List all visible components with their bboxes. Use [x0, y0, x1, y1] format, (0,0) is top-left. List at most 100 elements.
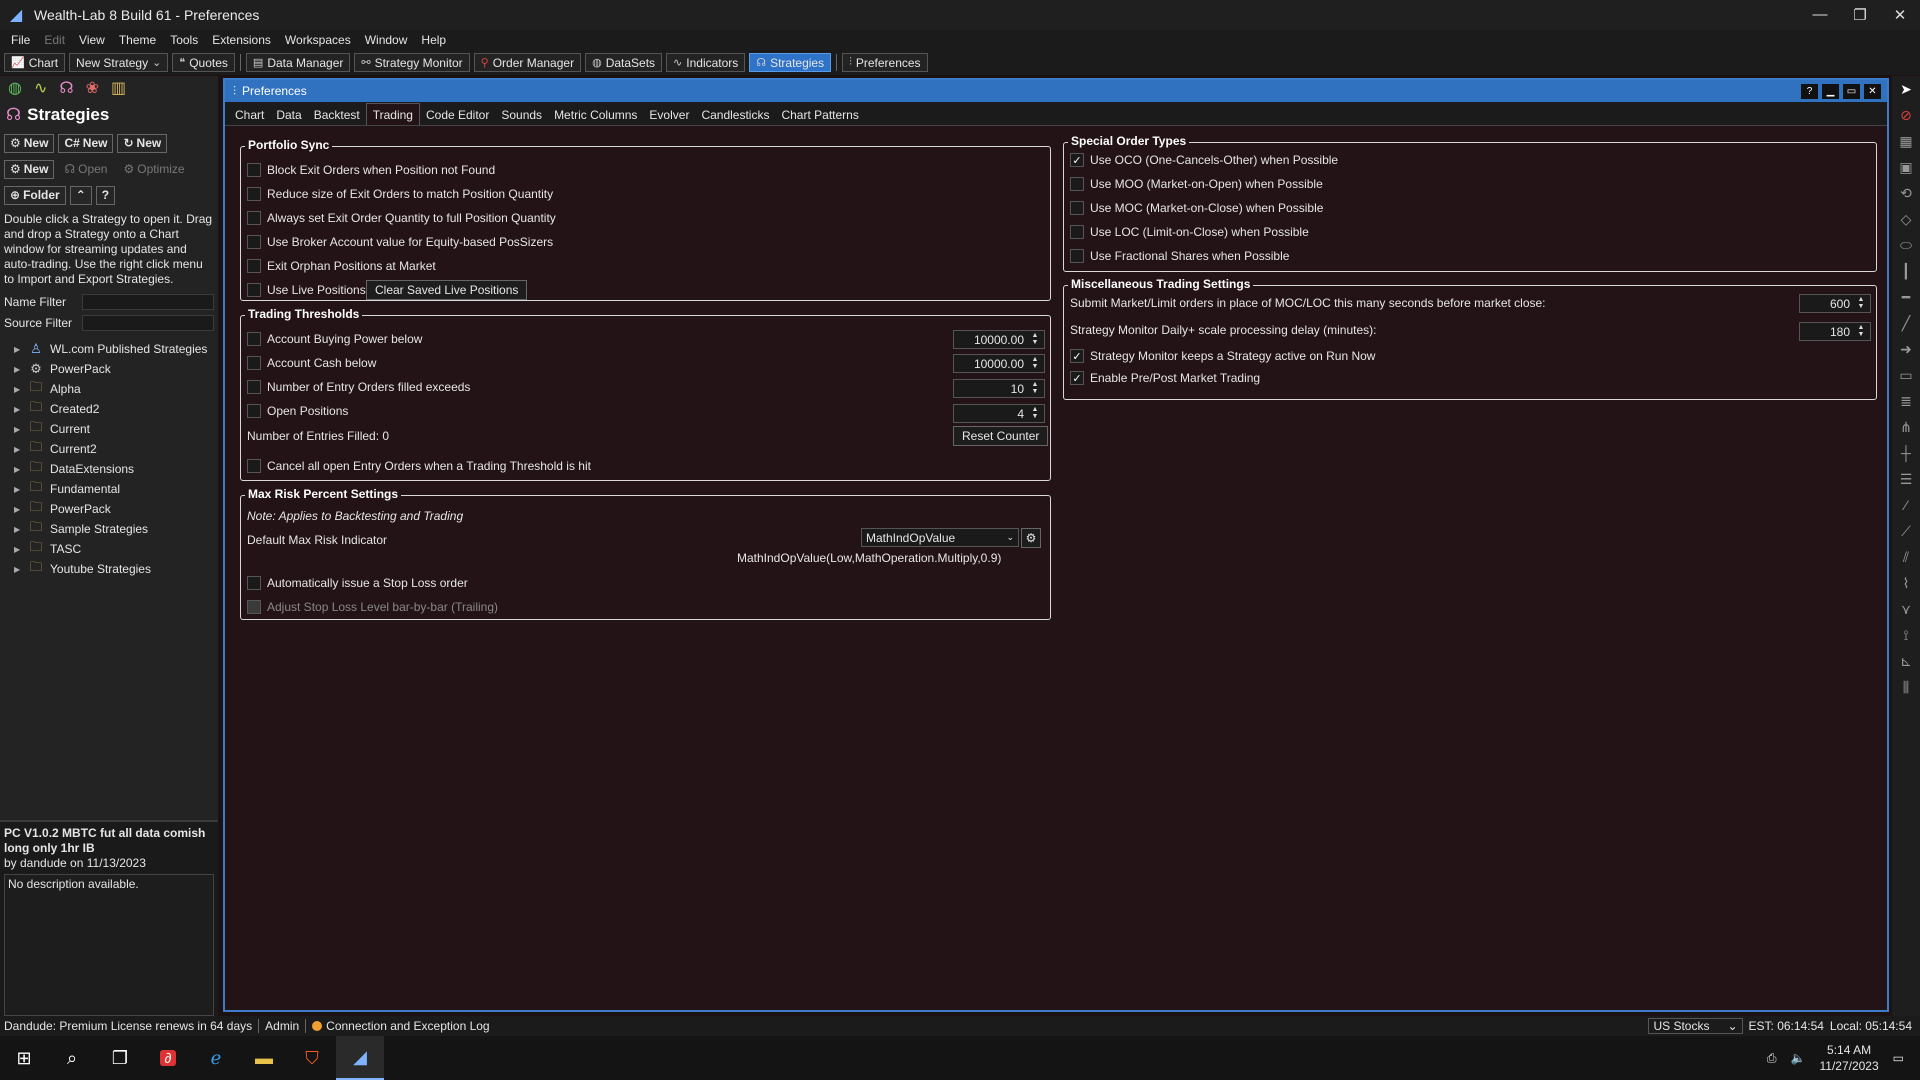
datasets-button[interactable]: ◍ DataSets	[585, 53, 663, 72]
spin-up-icon[interactable]: ▲	[1027, 356, 1043, 363]
close-button[interactable]: ✕	[1880, 6, 1920, 24]
gann-icon[interactable]: ┼	[1892, 440, 1920, 466]
fan-icon[interactable]: ⟟	[1892, 622, 1920, 648]
taskbar-app[interactable]: ⛉	[288, 1036, 336, 1080]
indicator-settings-button[interactable]: ⚙	[1021, 528, 1041, 548]
checkbox[interactable]	[247, 600, 261, 614]
taskbar-clock[interactable]: 5:14 AM 11/27/2023	[1819, 1042, 1878, 1074]
bars-icon[interactable]: ▥	[111, 78, 126, 98]
grid-icon[interactable]: ▦	[1892, 128, 1920, 154]
cursor-icon[interactable]: ➤	[1892, 76, 1920, 102]
checkbox[interactable]	[1070, 249, 1084, 263]
tree-item[interactable]: ▶ 🗀 TASC	[0, 539, 218, 559]
checkbox[interactable]: ✓	[1070, 153, 1084, 167]
volume-icon[interactable]: 🔈	[1791, 1051, 1806, 1065]
keep-strategy-active-option[interactable]: ✓ Strategy Monitor keeps a Strategy activ…	[1070, 349, 1375, 363]
ellipse-icon[interactable]: ⬭	[1892, 232, 1920, 258]
search-button[interactable]: ⌕	[48, 1036, 96, 1080]
spin-up-icon[interactable]: ▲	[1027, 381, 1043, 388]
expand-arrow-icon[interactable]: ▶	[14, 385, 22, 394]
spin-down-icon[interactable]: ▼	[1853, 303, 1869, 310]
order-manager-button[interactable]: ⚲ Order Manager	[473, 53, 582, 72]
strategies-button[interactable]: ☊ Strategies	[749, 53, 832, 72]
tree-item[interactable]: ▶ 🗀 Fundamental	[0, 479, 218, 499]
chart-button[interactable]: 📈 Chart	[4, 53, 66, 72]
tab-candlesticks[interactable]: Candlesticks	[695, 105, 775, 125]
checkbox[interactable]	[247, 187, 261, 201]
quotes-button[interactable]: ❝ Quotes	[172, 53, 235, 72]
close-button[interactable]: ✕	[1864, 83, 1881, 99]
expand-arrow-icon[interactable]: ▶	[14, 485, 22, 494]
wave-count-icon[interactable]: ⋎	[1892, 596, 1920, 622]
menu-theme[interactable]: Theme	[112, 33, 163, 47]
checkbox[interactable]	[247, 380, 261, 394]
task-view-button[interactable]: ❐	[96, 1036, 144, 1080]
max-risk-indicator-select[interactable]: MathIndOpValue ⌄	[861, 528, 1019, 547]
minimize-button[interactable]: ▁	[1822, 83, 1839, 99]
checkbox[interactable]	[247, 283, 261, 297]
expand-arrow-icon[interactable]: ▶	[14, 565, 22, 574]
arrow-icon[interactable]: ➜	[1892, 336, 1920, 362]
cycle-icon[interactable]: ⌇	[1892, 570, 1920, 596]
menu-tools[interactable]: Tools	[163, 33, 205, 47]
spin-up-icon[interactable]: ▲	[1027, 406, 1043, 413]
optimize-button[interactable]: ⚙ Optimize	[117, 160, 190, 179]
menu-view[interactable]: View	[72, 33, 112, 47]
collapse-all-button[interactable]: ⌃	[69, 185, 92, 205]
checkbox[interactable]	[1070, 225, 1084, 239]
preferences-button[interactable]: ⫶ Preferences	[842, 53, 928, 72]
checkbox[interactable]	[247, 404, 261, 418]
tab-chart-patterns[interactable]: Chart Patterns	[775, 105, 864, 125]
help-button[interactable]: ?	[1801, 83, 1818, 99]
new-csharp-strategy-button[interactable]: C# New	[58, 133, 114, 153]
taskbar-app[interactable]: ▬	[240, 1036, 288, 1080]
menu-workspaces[interactable]: Workspaces	[278, 33, 358, 47]
molecule-icon[interactable]: ❀	[86, 78, 99, 98]
new-rotation-strategy-button[interactable]: ↻ New	[117, 133, 168, 153]
exit-orphan-positions-option[interactable]: Exit Orphan Positions at Market	[247, 259, 436, 273]
help-button[interactable]: ?	[95, 185, 116, 205]
block-exit-orders-option[interactable]: Block Exit Orders when Position not Foun…	[247, 163, 495, 177]
spinner[interactable]: ▲ ▼	[1853, 324, 1869, 339]
processing-delay-input[interactable]: 180 ▲ ▼	[1799, 322, 1871, 341]
spin-down-icon[interactable]: ▼	[1027, 388, 1043, 395]
market-select[interactable]: US Stocks ⌄	[1648, 1018, 1743, 1034]
tab-chart[interactable]: Chart	[229, 105, 270, 125]
tree-item[interactable]: ▶ 🗀 Sample Strategies	[0, 519, 218, 539]
menu-window[interactable]: Window	[358, 33, 415, 47]
network-icon[interactable]: ⎙	[1767, 1051, 1777, 1066]
checkbox[interactable]	[247, 163, 261, 177]
strategy-monitor-button[interactable]: ⚯ Strategy Monitor	[354, 53, 470, 72]
checkbox[interactable]	[247, 235, 261, 249]
tree-item[interactable]: ▶ 🗀 Current2	[0, 439, 218, 459]
checkbox[interactable]: ✓	[1070, 349, 1084, 363]
spin-up-icon[interactable]: ▲	[1027, 332, 1043, 339]
bars-pattern-icon[interactable]: ⫼	[1892, 674, 1920, 700]
tree-item[interactable]: ▶ 🗀 Alpha	[0, 379, 218, 399]
text-icon[interactable]: ≣	[1892, 388, 1920, 414]
no-icon[interactable]: ⊘	[1892, 102, 1920, 128]
expand-arrow-icon[interactable]: ▶	[14, 425, 22, 434]
trendline-icon[interactable]: ╱	[1892, 310, 1920, 336]
use-live-positions-option[interactable]: Use Live Positions	[247, 283, 366, 297]
ray-icon[interactable]: ⁄	[1892, 492, 1920, 518]
vertical-line-icon[interactable]: ┃	[1892, 258, 1920, 284]
checkbox[interactable]	[247, 356, 261, 370]
spin-down-icon[interactable]: ▼	[1027, 339, 1043, 346]
menu-edit[interactable]: Edit	[37, 33, 72, 47]
taskbar-app[interactable]: ∂	[144, 1036, 192, 1080]
buying-power-threshold-option[interactable]: Account Buying Power below	[247, 332, 422, 346]
expand-arrow-icon[interactable]: ▶	[14, 345, 22, 354]
entry-orders-input[interactable]: 10 ▲ ▼	[953, 379, 1045, 398]
open-button[interactable]: ☊ Open	[58, 160, 113, 179]
calendar-icon[interactable]: ▣	[1892, 154, 1920, 180]
prepost-market-option[interactable]: ✓ Enable Pre/Post Market Trading	[1070, 371, 1260, 385]
horizontal-line-icon[interactable]: ━	[1892, 284, 1920, 310]
open-positions-input[interactable]: 4 ▲ ▼	[953, 404, 1045, 423]
use-loc-option[interactable]: Use LOC (Limit-on-Close) when Possible	[1070, 225, 1309, 239]
notifications-icon[interactable]: ▭	[1893, 1051, 1904, 1065]
open-positions-threshold-option[interactable]: Open Positions	[247, 404, 348, 418]
expand-arrow-icon[interactable]: ▶	[14, 465, 22, 474]
fib-icon[interactable]: ⟲	[1892, 180, 1920, 206]
checkbox[interactable]	[247, 211, 261, 225]
